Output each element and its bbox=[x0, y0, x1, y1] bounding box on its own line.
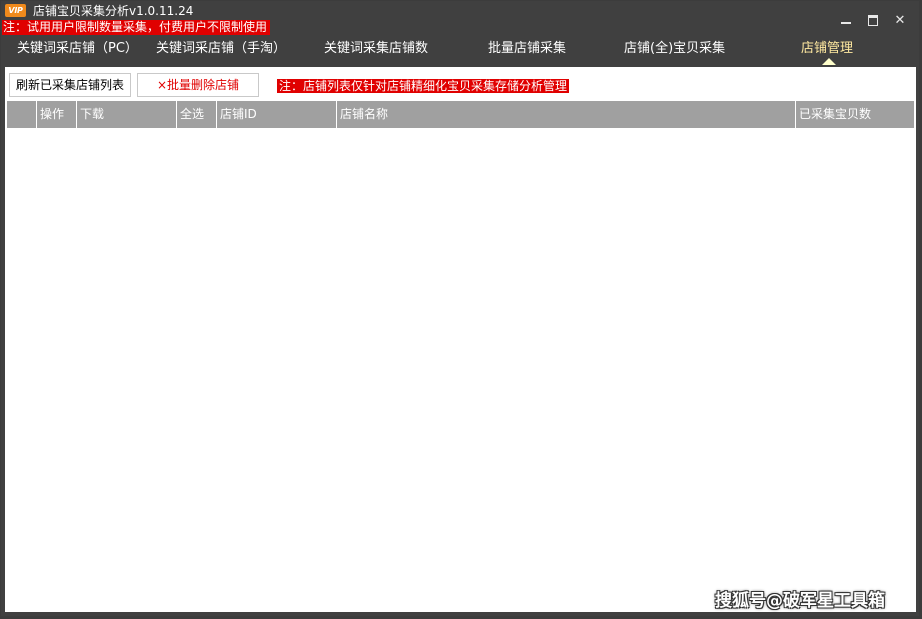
close-icon: ✕ bbox=[894, 13, 906, 28]
watermark: 搜狐号@破军星工具箱 bbox=[715, 591, 885, 611]
column-header-select-all[interactable]: 全选 bbox=[176, 101, 216, 128]
column-header-action[interactable]: 操作 bbox=[36, 101, 76, 128]
tab-shop-all-items[interactable]: 店铺(全)宝贝采集 bbox=[624, 39, 725, 63]
shop-table-header: 操作 下载 全选 店铺ID 店铺名称 已采集宝贝数 bbox=[7, 101, 914, 128]
tab-keyword-shop-pc[interactable]: 关键词采店铺（PC） bbox=[17, 39, 138, 63]
tab-keyword-shop-count[interactable]: 关键词采集店铺数 bbox=[324, 39, 428, 63]
column-header-download[interactable]: 下载 bbox=[76, 101, 176, 128]
minimize-button[interactable] bbox=[837, 12, 855, 30]
tab-keyword-shop-mobile[interactable]: 关键词采店铺（手淘） bbox=[156, 39, 286, 63]
active-tab-indicator bbox=[822, 58, 836, 65]
refresh-shop-list-button[interactable]: 刷新已采集店铺列表 bbox=[9, 73, 131, 97]
close-button[interactable]: ✕ bbox=[891, 12, 909, 30]
app-title: 店铺宝贝采集分析v1.0.11.24 bbox=[33, 4, 194, 18]
minimize-icon bbox=[841, 21, 851, 24]
app-window: VIP 店铺宝贝采集分析v1.0.11.24 注：试用用户限制数量采集，付费用户… bbox=[1, 1, 919, 616]
shop-list-note: 注：店铺列表仅针对店铺精细化宝贝采集存储分析管理 bbox=[277, 79, 570, 93]
maximize-icon bbox=[868, 15, 878, 26]
column-header-row-indicator bbox=[7, 101, 36, 128]
vip-logo-icon: VIP bbox=[5, 4, 26, 17]
column-header-shop-id[interactable]: 店铺ID bbox=[216, 101, 336, 128]
column-header-collected-items[interactable]: 已采集宝贝数 bbox=[795, 101, 914, 128]
trial-notice: 注：试用用户限制数量采集，付费用户不限制使用 bbox=[2, 20, 271, 35]
column-header-shop-name[interactable]: 店铺名称 bbox=[336, 101, 795, 128]
batch-delete-shops-button[interactable]: ×批量删除店铺 bbox=[137, 73, 259, 97]
tab-batch-shop-collect[interactable]: 批量店铺采集 bbox=[488, 39, 566, 63]
maximize-button[interactable] bbox=[864, 12, 882, 30]
shop-management-panel: 刷新已采集店铺列表 ×批量删除店铺 注：店铺列表仅针对店铺精细化宝贝采集存储分析… bbox=[5, 67, 916, 612]
